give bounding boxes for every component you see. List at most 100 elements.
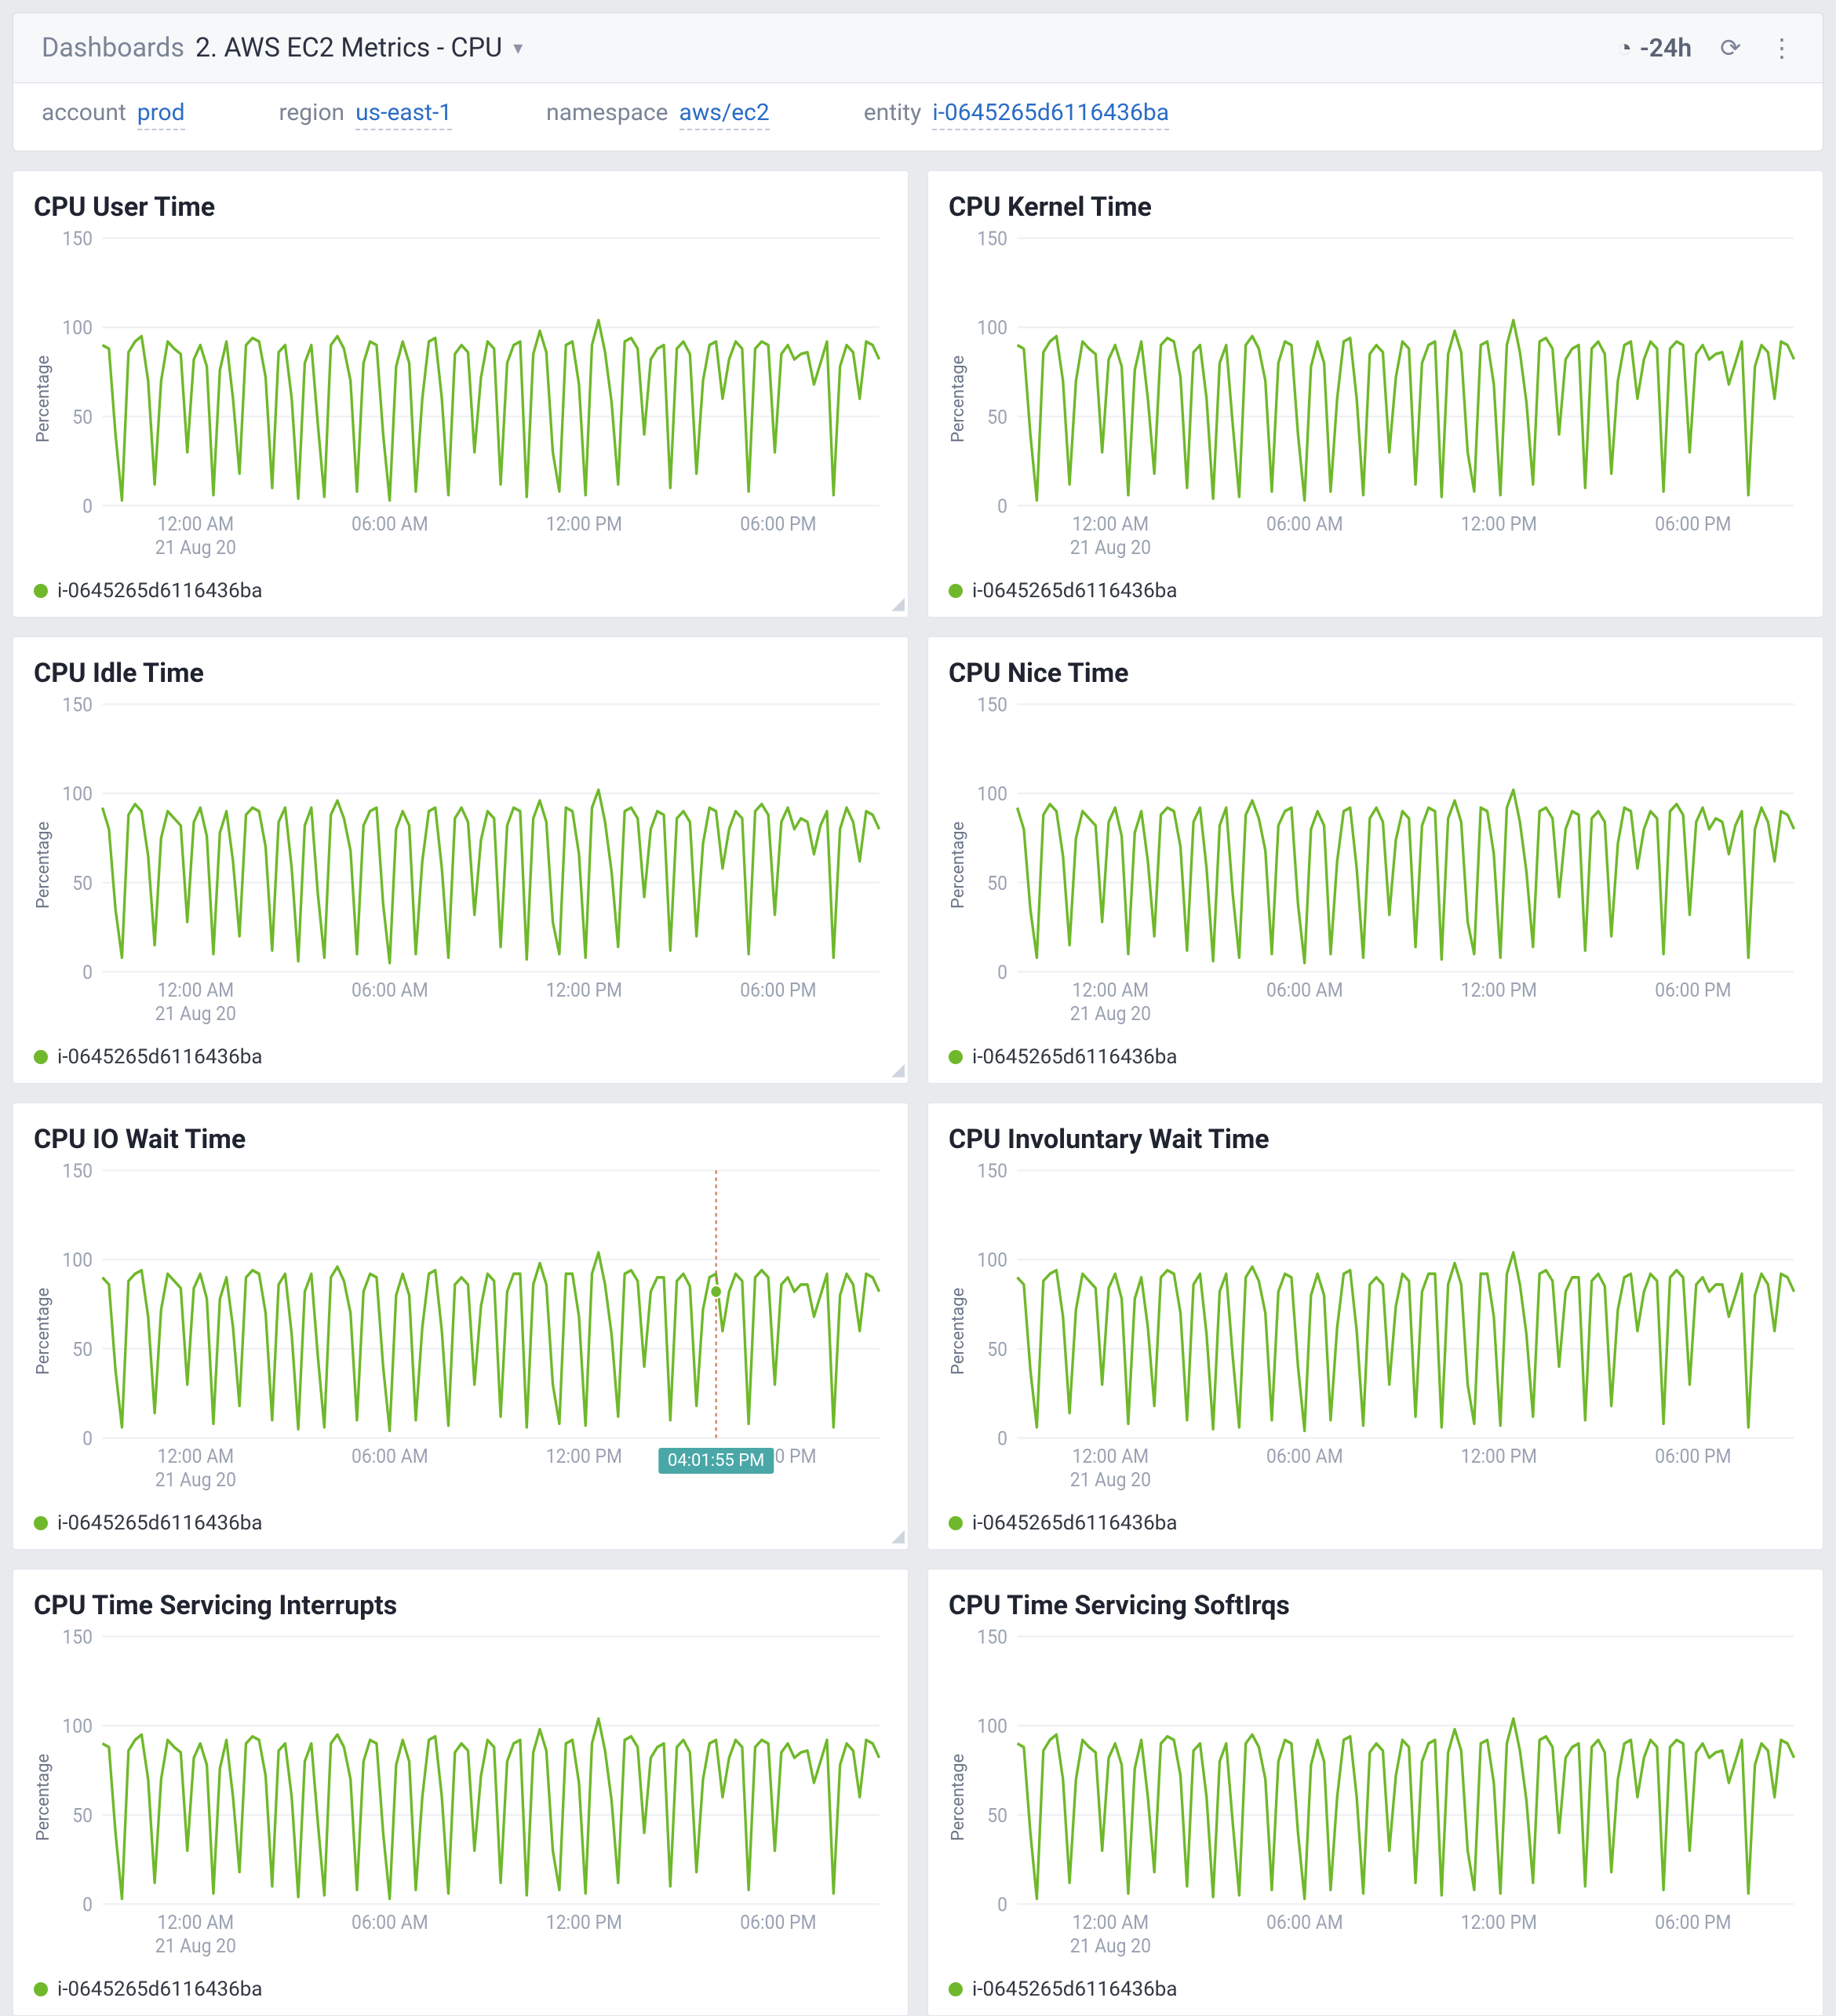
y-axis-label: Percentage	[949, 1628, 968, 1967]
chart-plot-area[interactable]: 05010015012:00 AM21 Aug 2006:00 AM12:00 …	[968, 229, 1802, 568]
legend-label: i-0645265d6116436ba	[57, 1045, 263, 1069]
legend-swatch	[34, 1516, 48, 1530]
chart-body[interactable]: Percentage05010015012:00 AM21 Aug 2006:0…	[949, 229, 1802, 568]
chart-card: CPU Involuntary Wait TimePercentage05010…	[927, 1103, 1823, 1550]
filter-namespace[interactable]: namespace aws/ec2	[546, 99, 770, 130]
svg-text:100: 100	[977, 1249, 1007, 1271]
chart-plot-area[interactable]: 05010015012:00 AM21 Aug 2006:00 AM12:00 …	[968, 695, 1802, 1034]
filter-account[interactable]: account prod	[42, 99, 185, 130]
time-range-text: -24h	[1640, 33, 1692, 63]
svg-text:12:00 AM: 12:00 AM	[1072, 1911, 1149, 1934]
chart-plot-area[interactable]: 05010015012:00 AM21 Aug 2006:00 AM12:00 …	[968, 1628, 1802, 1967]
svg-text:06:00 AM: 06:00 AM	[352, 1445, 428, 1467]
chart-card: CPU IO Wait TimePercentage04:01:55 PM050…	[13, 1103, 909, 1550]
legend-swatch	[949, 1516, 963, 1530]
chart-card: CPU Nice TimePercentage05010015012:00 AM…	[927, 636, 1823, 1084]
svg-text:100: 100	[62, 1249, 93, 1271]
filter-label: namespace	[546, 99, 668, 126]
legend-swatch	[34, 1050, 48, 1064]
chart-plot-area[interactable]: 04:01:55 PM05010015012:00 AM21 Aug 2006:…	[53, 1161, 887, 1500]
chart-title: CPU Idle Time	[34, 658, 887, 689]
legend-label: i-0645265d6116436ba	[57, 1978, 263, 2001]
chart-legend[interactable]: i-0645265d6116436ba	[949, 568, 1802, 603]
filter-value: us-east-1	[355, 99, 452, 130]
breadcrumb-root[interactable]: Dashboards	[42, 32, 184, 64]
filter-entity[interactable]: entity i-0645265d6116436ba	[864, 99, 1169, 130]
chart-plot-area[interactable]: 05010015012:00 AM21 Aug 2006:00 AM12:00 …	[53, 695, 887, 1034]
chart-body[interactable]: Percentage05010015012:00 AM21 Aug 2006:0…	[34, 695, 887, 1034]
series-line	[103, 320, 880, 501]
chart-plot-area[interactable]: 05010015012:00 AM21 Aug 2006:00 AM12:00 …	[968, 1161, 1802, 1500]
svg-text:100: 100	[62, 316, 93, 339]
chart-legend[interactable]: i-0645265d6116436ba	[34, 568, 887, 603]
svg-text:21 Aug 20: 21 Aug 20	[1070, 536, 1151, 559]
refresh-icon[interactable]: ⟳	[1720, 33, 1741, 63]
chart-body[interactable]: Percentage05010015012:00 AM21 Aug 2006:0…	[949, 1628, 1802, 1967]
svg-text:150: 150	[977, 1161, 1007, 1183]
resize-handle-icon[interactable]: ◢	[891, 594, 905, 614]
svg-text:12:00 PM: 12:00 PM	[1461, 1911, 1537, 1934]
y-axis-label: Percentage	[34, 1161, 53, 1500]
svg-text:06:00 AM: 06:00 AM	[352, 1911, 428, 1934]
time-range-selector[interactable]: ◔ -24h	[1617, 33, 1692, 63]
y-axis-label: Percentage	[949, 229, 968, 568]
chart-title: CPU User Time	[34, 191, 887, 223]
svg-text:06:00 PM: 06:00 PM	[1655, 1911, 1731, 1934]
breadcrumb-current[interactable]: 2. AWS EC2 Metrics - CPU	[195, 32, 502, 64]
series-line	[1018, 1252, 1794, 1431]
chart-legend[interactable]: i-0645265d6116436ba	[34, 1967, 887, 2001]
svg-text:50: 50	[72, 872, 93, 895]
svg-text:21 Aug 20: 21 Aug 20	[1070, 1002, 1151, 1025]
y-axis-label: Percentage	[949, 695, 968, 1034]
svg-text:21 Aug 20: 21 Aug 20	[155, 536, 236, 559]
chart-legend[interactable]: i-0645265d6116436ba	[34, 1500, 887, 1535]
svg-text:100: 100	[62, 1715, 93, 1737]
svg-text:0: 0	[997, 961, 1007, 984]
chart-legend[interactable]: i-0645265d6116436ba	[949, 1034, 1802, 1069]
chart-plot-area[interactable]: 05010015012:00 AM21 Aug 2006:00 AM12:00 …	[53, 1628, 887, 1967]
filter-value: prod	[137, 99, 185, 130]
chart-card: CPU User TimePercentage05010015012:00 AM…	[13, 170, 909, 618]
chart-title: CPU Kernel Time	[949, 191, 1802, 223]
chart-title: CPU IO Wait Time	[34, 1124, 887, 1155]
chart-plot-area[interactable]: 05010015012:00 AM21 Aug 2006:00 AM12:00 …	[53, 229, 887, 568]
chart-body[interactable]: Percentage05010015012:00 AM21 Aug 2006:0…	[34, 229, 887, 568]
chart-body[interactable]: Percentage05010015012:00 AM21 Aug 2006:0…	[34, 1628, 887, 1967]
svg-text:06:00 PM: 06:00 PM	[1655, 1445, 1731, 1467]
chart-card: CPU Time Servicing SoftIrqsPercentage050…	[927, 1569, 1823, 2016]
svg-text:150: 150	[977, 1628, 1007, 1649]
svg-text:150: 150	[977, 695, 1007, 716]
svg-text:06:00 AM: 06:00 AM	[1266, 1445, 1343, 1467]
chart-body[interactable]: Percentage05010015012:00 AM21 Aug 2006:0…	[949, 695, 1802, 1034]
filter-bar: account prod region us-east-1 namespace …	[13, 83, 1823, 151]
more-menu-icon[interactable]: ⋮	[1769, 33, 1794, 63]
chart-body[interactable]: Percentage05010015012:00 AM21 Aug 2006:0…	[949, 1161, 1802, 1500]
svg-text:12:00 PM: 12:00 PM	[1461, 979, 1537, 1001]
chart-legend[interactable]: i-0645265d6116436ba	[949, 1500, 1802, 1535]
svg-text:12:00 AM: 12:00 AM	[157, 512, 234, 535]
legend-label: i-0645265d6116436ba	[972, 1978, 1178, 2001]
y-axis-label: Percentage	[34, 1628, 53, 1967]
chevron-down-icon[interactable]: ▾	[513, 37, 523, 59]
filter-label: region	[279, 99, 345, 126]
svg-text:50: 50	[987, 1338, 1007, 1361]
resize-handle-icon[interactable]: ◢	[891, 1526, 905, 1546]
svg-text:06:00 PM: 06:00 PM	[740, 512, 816, 535]
svg-text:100: 100	[62, 782, 93, 805]
legend-label: i-0645265d6116436ba	[57, 1511, 263, 1535]
svg-text:150: 150	[62, 229, 93, 250]
filter-value: i-0645265d6116436ba	[932, 99, 1169, 130]
svg-text:50: 50	[987, 1804, 1007, 1827]
chart-legend[interactable]: i-0645265d6116436ba	[34, 1034, 887, 1069]
svg-text:50: 50	[72, 1338, 93, 1361]
resize-handle-icon[interactable]: ◢	[891, 1060, 905, 1080]
chart-title: CPU Involuntary Wait Time	[949, 1124, 1802, 1155]
svg-text:100: 100	[977, 782, 1007, 805]
svg-text:12:00 AM: 12:00 AM	[157, 979, 234, 1001]
filter-label: account	[42, 99, 126, 126]
svg-text:0: 0	[82, 1894, 93, 1916]
chart-legend[interactable]: i-0645265d6116436ba	[949, 1967, 1802, 2001]
chart-title: CPU Time Servicing Interrupts	[34, 1590, 887, 1621]
filter-region[interactable]: region us-east-1	[279, 99, 453, 130]
chart-body[interactable]: Percentage04:01:55 PM05010015012:00 AM21…	[34, 1161, 887, 1500]
